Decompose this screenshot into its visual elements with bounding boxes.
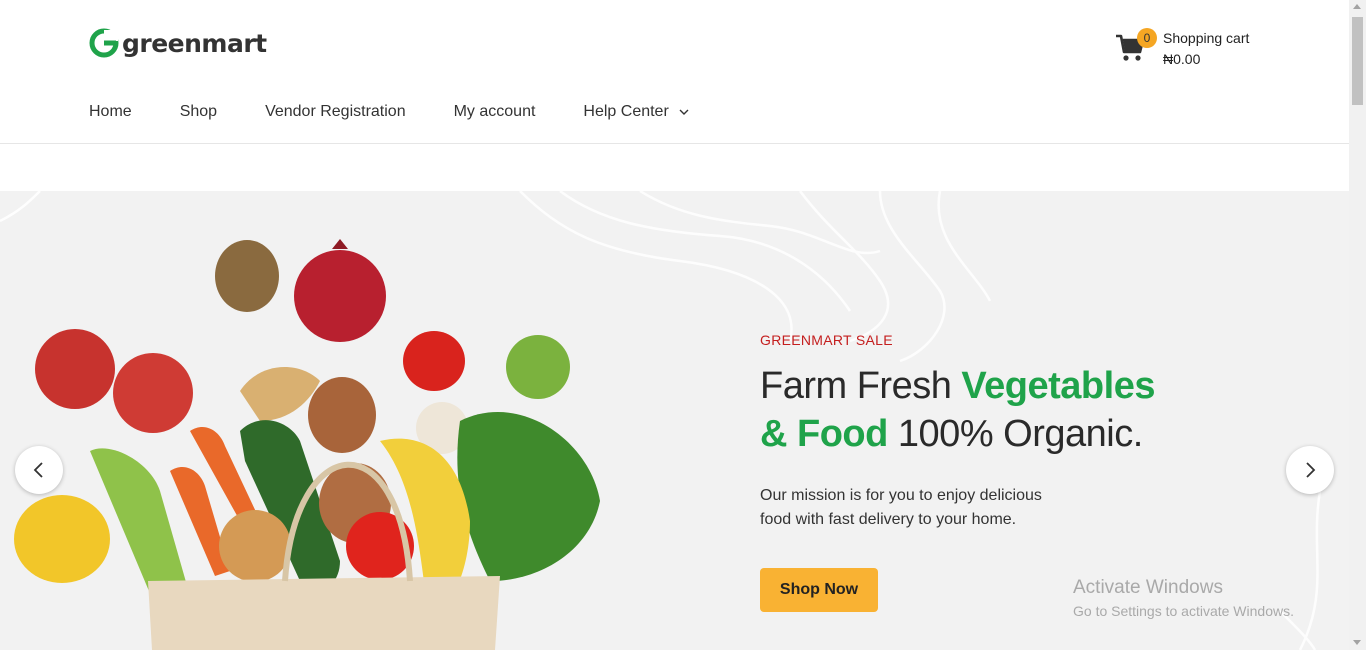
headline-green1: Vegetables [961,365,1155,407]
site-header: greenmart 0 Shopping cart ₦0.00 Home Sho… [0,0,1349,144]
hero-eyebrow: GREENMART SALE [760,332,893,348]
chevron-down-icon [679,109,689,115]
chevron-right-icon [1306,462,1316,478]
nav-item-my-account[interactable]: My account [454,103,536,121]
hero-copy: GREENMART SALE Farm Fresh Vegetables & F… [760,332,1240,612]
cart-count-badge: 0 [1137,28,1157,48]
scroll-up-arrow-icon[interactable] [1353,4,1361,9]
nav-item-vendor-registration[interactable]: Vendor Registration [265,103,406,121]
scroll-thumb[interactable] [1352,17,1363,105]
nav-item-home[interactable]: Home [89,103,132,121]
hero-headline: Farm Fresh Vegetables & Food 100% Organi… [760,362,1240,458]
logo-text: greenmart [122,28,267,58]
slider-next-button[interactable] [1286,446,1334,494]
main-nav: Home Shop Vendor Registration My account… [89,103,737,121]
cart-icon-wrap: 0 [1115,28,1157,70]
nav-item-help-center-label: Help Center [583,103,669,120]
cart-amount: ₦0.00 [1163,51,1201,67]
scroll-down-arrow-icon[interactable] [1353,640,1361,645]
shop-now-button[interactable]: Shop Now [760,568,878,612]
windows-activation-watermark: Activate Windows Go to Settings to activ… [1073,577,1294,620]
greenmart-logo-icon [89,28,119,58]
cart-title: Shopping cart [1163,30,1250,46]
logo[interactable]: greenmart [89,28,267,58]
watermark-subtitle: Go to Settings to activate Windows. [1073,603,1294,619]
vegetables-bag-image [14,239,600,650]
page-scrollbar[interactable] [1349,0,1366,650]
headline-green2: & Food [760,413,888,455]
slider-prev-button[interactable] [15,446,63,494]
chevron-left-icon [33,462,43,478]
nav-item-help-center[interactable]: Help Center [583,103,689,121]
hero-description: Our mission is for you to enjoy deliciou… [760,487,1042,528]
headline-part1: Farm Fresh [760,365,962,407]
shopping-cart[interactable]: 0 Shopping cart ₦0.00 [1115,28,1249,70]
cart-text: Shopping cart ₦0.00 [1163,28,1249,70]
hero-slider: GREENMART SALE Farm Fresh Vegetables & F… [0,191,1349,650]
nav-item-shop[interactable]: Shop [180,103,217,121]
watermark-title: Activate Windows [1073,577,1223,598]
headline-part2: 100% Organic. [887,413,1143,455]
